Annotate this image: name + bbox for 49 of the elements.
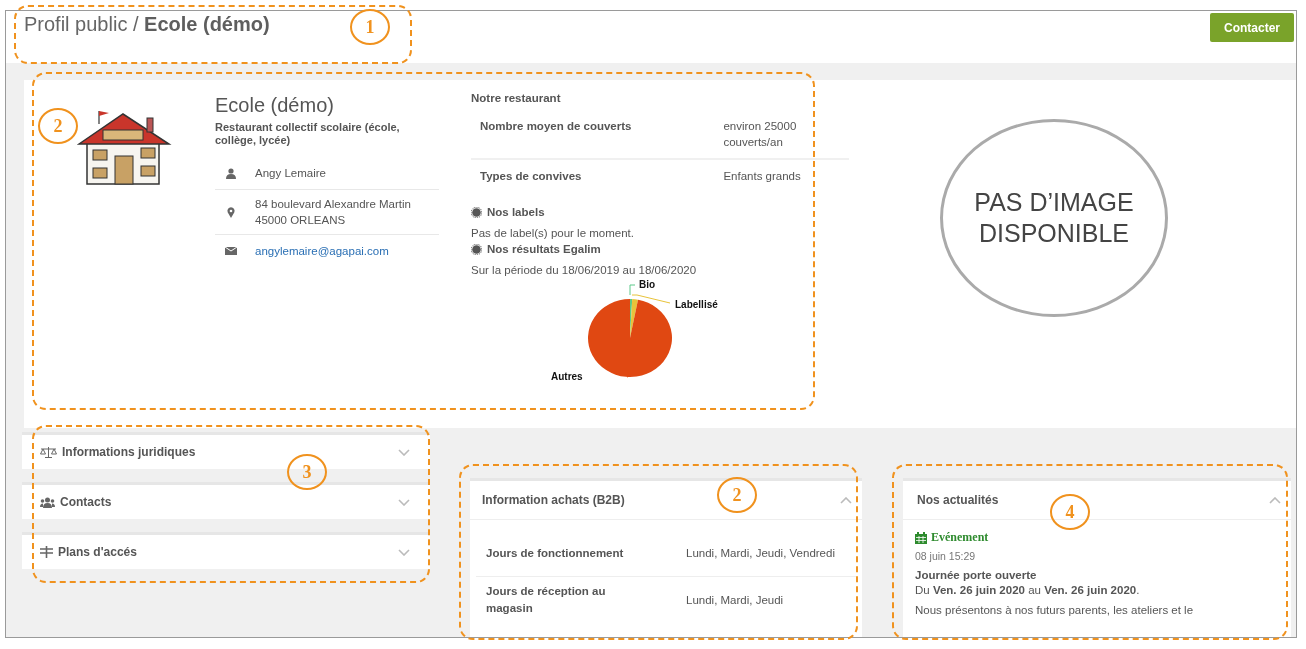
signpost-icon <box>40 546 53 558</box>
news-date: 08 juin 15:29 <box>915 550 977 562</box>
section-heading: Nos labels <box>487 206 545 218</box>
chevron-up-icon <box>840 496 852 504</box>
section-heading: Notre restaurant <box>471 92 562 104</box>
people-icon <box>40 496 55 508</box>
section-heading: Nos résultats Egalim <box>487 243 601 255</box>
table-cell-text: Jours de fonctionnement <box>485 545 625 561</box>
news-title: Journée porte ouverte <box>915 569 1038 581</box>
callout-number: 2 <box>38 108 78 144</box>
pie-label: Bio <box>639 280 656 290</box>
table-cell-text: Lundi, Mardi, Jeudi, Vendredi <box>686 546 836 561</box>
callout-number: 2 <box>717 477 757 513</box>
table-cell: Nombre moyen de couverts <box>471 110 724 159</box>
envelope-icon <box>225 247 237 255</box>
chevron-down-icon <box>398 448 410 456</box>
contact-text: Angy Lemaire <box>255 166 326 181</box>
email-link[interactable]: angylemaire@agapai.com <box>255 243 389 259</box>
callout-number: 4 <box>1050 494 1090 530</box>
news-dates: Du Ven. 26 juin 2020 au Ven. 26 juin 2020. <box>915 584 1141 596</box>
location-pin-icon <box>225 206 237 218</box>
event-type: Evénement <box>931 530 989 545</box>
no-image-text: PAS D’IMAGE DISPONIBLE <box>973 187 1135 249</box>
accordion-header[interactable]: Contacts <box>22 482 430 519</box>
school-name: Ecole (démo) <box>215 94 335 117</box>
accordion-header[interactable]: Plans d'accés <box>22 532 430 569</box>
chevron-down-icon <box>398 548 410 556</box>
labels-text: Pas de label(s) pour le moment. <box>471 227 635 239</box>
calendar-icon <box>915 531 927 544</box>
badge-icon <box>471 206 482 218</box>
pie-label: Labellisé <box>675 299 718 310</box>
chevron-up-icon <box>1269 496 1281 504</box>
table-cell-text: Lundi, Mardi, Jeudi <box>686 593 785 608</box>
pie-label: Autres <box>551 371 583 382</box>
person-icon <box>225 167 237 179</box>
table-cell: environ 25000 couverts/an <box>723 110 849 159</box>
table-cell: Types de convives <box>471 159 724 192</box>
period-text: Sur la période du 18/06/2019 au 18/06/2020 <box>471 264 698 276</box>
chevron-down-icon <box>398 498 410 506</box>
callout-number: 3 <box>287 454 327 490</box>
contact-text: 84 boulevard Alexandre Martin 45000 ORLEANS <box>255 197 412 228</box>
school-category: Restaurant collectif scolaire (école, collège, lycée) <box>215 121 401 147</box>
page-title: Profil public / Ecole (démo) <box>24 13 270 36</box>
table-cell: Enfants grands <box>723 159 849 192</box>
callout-number: 1 <box>350 9 390 45</box>
badge-icon <box>471 243 482 255</box>
table-cell-text: Jours de réception au magasin <box>485 584 607 616</box>
news-text: Nous présentons à nos futurs parents, les ateliers et le <box>915 604 1195 616</box>
scale-icon <box>40 446 57 458</box>
